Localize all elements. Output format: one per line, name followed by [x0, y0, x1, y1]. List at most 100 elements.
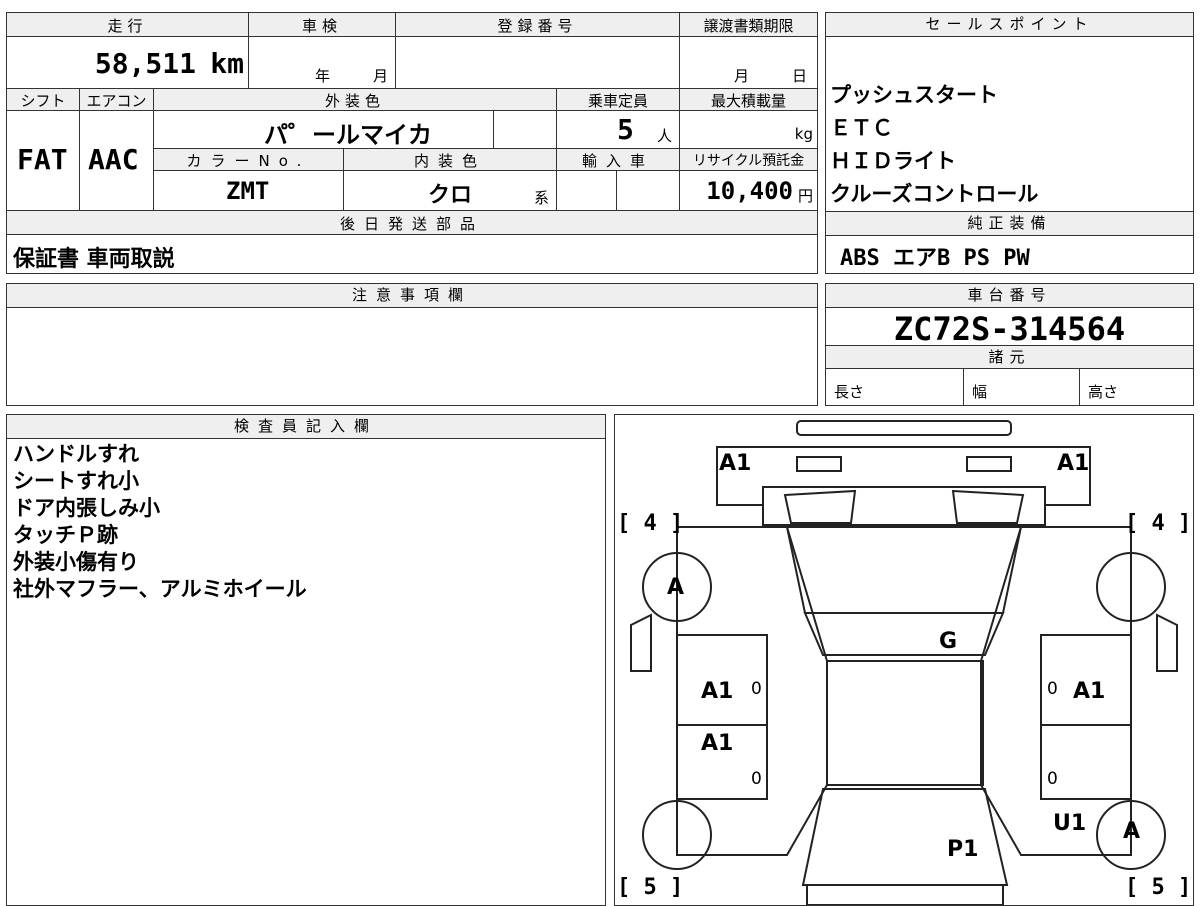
later-parts-header: 後日発送部品 — [7, 211, 817, 235]
notes-header: 注意事項欄 — [7, 284, 817, 308]
recycle-cell: 10,400 円 — [680, 171, 817, 211]
shift-label: シフト — [20, 92, 66, 110]
aircon-label: エアコン — [86, 92, 147, 110]
sales-point-item: プッシュスタート — [830, 83, 998, 107]
transfer-month-unit: 月 — [734, 67, 750, 85]
spec-length-label: 長さ — [834, 383, 865, 401]
mark-windshield: G — [939, 629, 958, 654]
import-label: 輸入車 — [581, 152, 654, 170]
exterior-color-value: パ゜ールマイカ — [264, 121, 432, 149]
exterior-color-label: 外装色 — [324, 92, 385, 110]
vehicle-info-table: 走行 車検 登録番号 譲渡書類期限 58,511 km 年 月 月 日 シフト … — [6, 12, 818, 274]
recycle-header: リサイクル預託金 — [680, 149, 817, 171]
mileage-value: 58,511 — [94, 47, 196, 80]
inspector-line: 外装小傷有り — [13, 550, 139, 574]
transfer-day-unit: 日 — [792, 67, 808, 85]
registration-cell — [396, 37, 680, 89]
exterior-color-cell: パ゜ールマイカ — [154, 111, 494, 149]
mileage-label: 走行 — [107, 17, 148, 35]
mark-door-rear-left: A1 — [701, 731, 734, 756]
mark-door-front-right-num: 0 — [1047, 679, 1058, 699]
transfer-deadline-cell: 月 日 — [680, 37, 817, 89]
import-cell-a — [557, 171, 617, 211]
rear-bumper-outline — [806, 884, 1004, 905]
car-diagram-box: A1 A1 [ 4 ] [ 4 ] A G A1 0 0 A1 A1 0 0 U… — [614, 414, 1194, 906]
hood-frame — [762, 486, 1046, 526]
inspector-line: シートすれ小 — [13, 469, 139, 493]
inspector-box: 検査員記入欄 ハンドルすれ シートすれ小 ドア内張しみ小 タッチＰ跡 外装小傷有… — [6, 414, 606, 906]
mark-tire-rear-right: [ 5 ] — [1125, 875, 1192, 900]
sales-points-list: プッシュスタート ＥＴＣ ＨＩＤライト クルーズコントロール — [830, 79, 1038, 211]
sales-points-header: セールスポイント — [826, 13, 1193, 37]
spec-width-cell: 幅 — [964, 369, 1080, 405]
mark-door-front-left: A1 — [701, 679, 734, 704]
later-parts-label: 後日発送部品 — [339, 215, 484, 233]
shift-header: シフト — [7, 89, 80, 111]
sales-point-item: ＨＩＤライト — [830, 149, 956, 173]
spec-length-cell: 長さ — [826, 369, 964, 405]
interior-color-suffix: 系 — [534, 189, 550, 207]
transfer-deadline-label: 譲渡書類期限 — [703, 17, 794, 35]
inspector-line: タッチＰ跡 — [13, 523, 118, 547]
mileage-unit: km — [210, 47, 244, 80]
spec-width-label: 幅 — [972, 383, 988, 401]
spec-height-label: 高さ — [1088, 383, 1119, 401]
shaken-month-unit: 月 — [373, 67, 389, 85]
registration-label: 登録番号 — [497, 17, 578, 35]
mark-wheel-front-left: A — [667, 575, 685, 600]
mark-wheel-rear-right: A — [1123, 819, 1141, 844]
max-load-header: 最大積載量 — [680, 89, 817, 111]
inspector-lines: ハンドルすれ シートすれ小 ドア内張しみ小 タッチＰ跡 外装小傷有り 社外マフラ… — [13, 441, 307, 603]
chassis-number: ZC72S-314564 — [893, 310, 1126, 348]
max-load-cell: kg — [680, 111, 817, 149]
car-diagram-svg — [630, 420, 1178, 905]
mark-tire-front-right: [ 4 ] — [1125, 511, 1192, 536]
mark-rear-right: U1 — [1053, 811, 1087, 836]
capacity-header: 乗車定員 — [557, 89, 680, 111]
later-parts-value: 保証書 車両取説 — [13, 247, 175, 272]
roof-outline — [826, 660, 984, 786]
notes-box: 注意事項欄 — [6, 283, 818, 406]
chassis-box: 車台番号 ZC72S-314564 諸元 長さ 幅 高さ — [825, 283, 1194, 406]
hood-panel-left — [783, 489, 857, 524]
color-no-label: カラーNo. — [186, 152, 311, 170]
front-body-outline — [716, 446, 1091, 506]
color-no-cell: ZMT — [154, 171, 344, 211]
exterior-color-extra-cell — [494, 111, 557, 149]
mirror-right — [1156, 613, 1178, 672]
interior-color-value: クロ — [428, 183, 473, 208]
mark-rear-body: P1 — [947, 837, 979, 862]
color-no-value: ZMT — [226, 177, 270, 205]
transfer-deadline-header: 譲渡書類期限 — [680, 13, 817, 37]
max-load-unit: kg — [794, 125, 813, 143]
inspector-line: ハンドルすれ — [13, 442, 139, 466]
max-load-label: 最大積載量 — [710, 92, 786, 110]
capacity-label: 乗車定員 — [587, 92, 648, 110]
spec-height-cell: 高さ — [1080, 369, 1193, 405]
aircon-value: AAC — [88, 143, 139, 176]
exterior-color-header: 外装色 — [154, 89, 557, 111]
sales-point-item: ＥＴＣ — [830, 116, 893, 140]
inspector-line: ドア内張しみ小 — [13, 496, 160, 520]
windshield-outline — [785, 526, 1023, 614]
capacity-value: 5 — [617, 113, 634, 146]
aircon-header: エアコン — [80, 89, 154, 111]
headlight-right — [966, 456, 1012, 472]
mileage-cell: 58,511 km — [7, 37, 249, 89]
sales-point-item: クルーズコントロール — [830, 182, 1039, 206]
recycle-value: 10,400 — [706, 177, 793, 205]
mark-front-left: A1 — [719, 451, 752, 476]
headlight-left — [796, 456, 842, 472]
later-parts-value-area: 保証書 車両取説 — [7, 235, 817, 273]
mark-tire-front-left: [ 4 ] — [617, 511, 684, 536]
shaken-cell: 年 月 — [249, 37, 396, 89]
standard-equipment-box: 純正装備 ABS エアB PS PW — [825, 211, 1194, 274]
shaken-header: 車検 — [249, 13, 396, 37]
recycle-label: リサイクル預託金 — [692, 153, 805, 169]
registration-header: 登録番号 — [396, 13, 680, 37]
inspector-header: 検査員記入欄 — [7, 415, 605, 439]
specs-header: 諸元 — [826, 345, 1193, 369]
import-cell-b — [617, 171, 680, 211]
roof-front — [803, 612, 1005, 656]
interior-color-header: 内装色 — [344, 149, 557, 171]
